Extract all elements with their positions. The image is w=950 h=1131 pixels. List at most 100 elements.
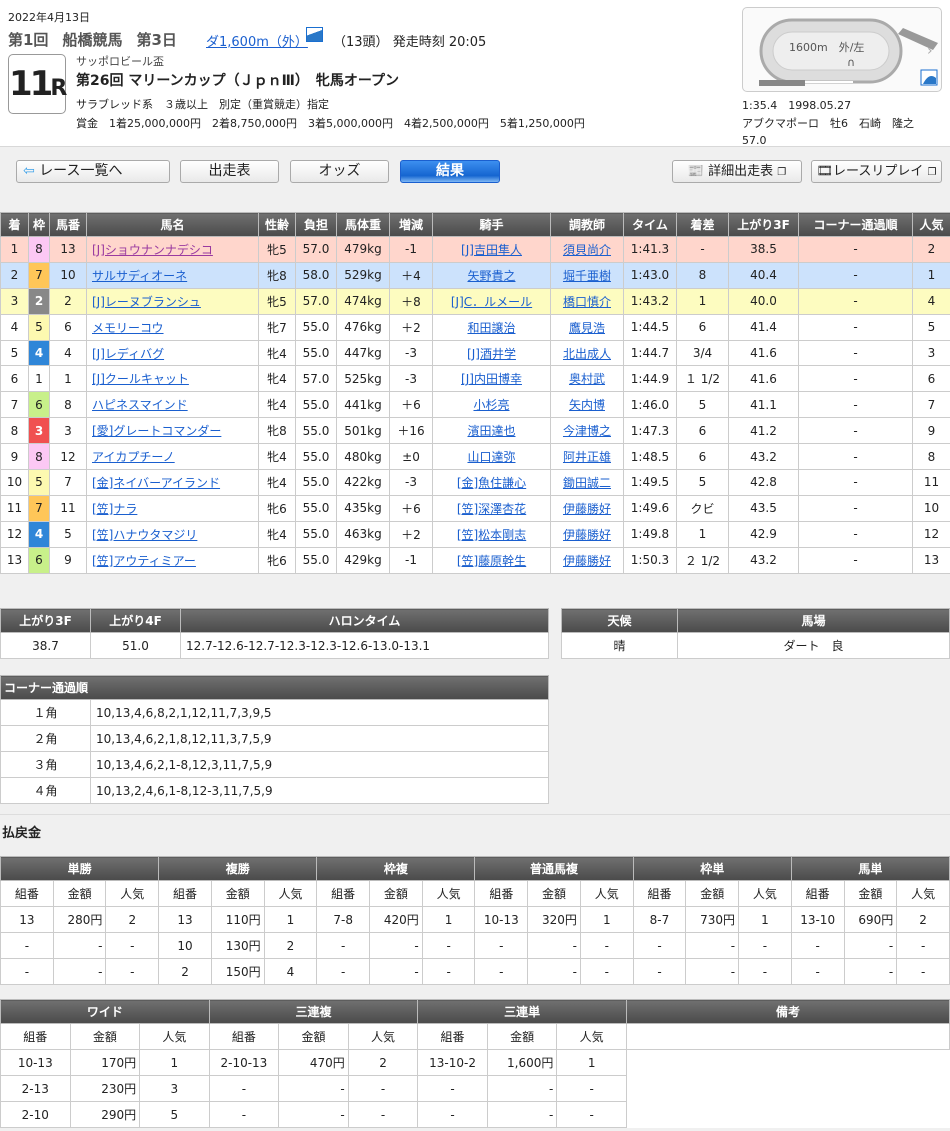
horse-name-link[interactable]: [J]レディバグ (92, 347, 164, 361)
finish: 6 (0, 365, 29, 393)
horse-name-link[interactable]: アイカプチーノ (92, 450, 175, 464)
trainer-link[interactable]: 阿井正雄 (563, 450, 611, 464)
jockey: 矢野貴之 (432, 261, 551, 289)
amount: - (278, 1101, 349, 1128)
combination: 2-10 (0, 1101, 71, 1128)
trainer-link[interactable]: 堀千亜樹 (563, 269, 611, 283)
combination: - (208, 1075, 280, 1102)
payout-row: 13 280円 2 13 110円 1 7-8 420円 1 10-13 320円 1 8-7 730円 1… (0, 906, 950, 933)
trainer-link[interactable]: 今津博之 (563, 424, 611, 438)
course-diagram[interactable]: 1600m 外/左 ∩ › (742, 7, 942, 92)
trainer-link[interactable]: 矢内博 (569, 398, 605, 412)
amount: 730円 (685, 906, 740, 933)
tab-odds[interactable]: オッズ (290, 160, 389, 183)
detail-entries-button[interactable]: 📰 詳細出走表 ❐ (672, 160, 802, 183)
weight-carried: 57.0 (295, 365, 337, 393)
popularity: 8 (912, 443, 950, 471)
jockey-link[interactable]: [J]内田博幸 (461, 372, 522, 386)
horse-name-link[interactable]: [金]ネイバーアイランド (92, 476, 220, 490)
last-3f: 42.9 (728, 520, 799, 548)
combination: - (417, 1101, 488, 1128)
jockey-link[interactable]: [笠]藤原幹生 (457, 554, 526, 568)
popularity: 10 (912, 494, 950, 522)
jockey-link[interactable]: [笠]深澤杏花 (457, 502, 526, 516)
distance-link[interactable]: ダ1,600m（外） (206, 31, 308, 50)
trainer-link[interactable]: 伊藤勝好 (563, 502, 611, 516)
combination: 10-13 (474, 906, 529, 933)
corner-label: ４角 (0, 777, 91, 804)
table-row: 10 5 7 [金]ネイバーアイランド 牝4 55.0 422kg -3 [金]魚住謙心 鋤田誠二… (0, 469, 950, 496)
horse-name-link[interactable]: [J]ショウナンナデシコ (92, 243, 213, 257)
trainer-link[interactable]: 橋口慎介 (563, 295, 611, 309)
horse-name-link[interactable]: [笠]ナラ (92, 502, 137, 516)
horse-name-link[interactable]: [J]レーヌブランシュ (92, 295, 201, 309)
horse-number: 5 (49, 520, 87, 548)
amount: - (486, 1101, 558, 1128)
horse-number: 9 (49, 546, 87, 574)
combination: - (474, 932, 529, 959)
weight-carried: 58.0 (295, 261, 337, 289)
margin: １ 1/2 (676, 365, 729, 393)
trainer-link[interactable]: 鋤田誠二 (563, 476, 611, 490)
horse-name: [J]レディバグ (86, 339, 259, 367)
tab-results[interactable]: 結果 (400, 160, 500, 183)
jockey: [金]魚住謙心 (432, 469, 551, 496)
back-to-race-list-button[interactable]: ⇦ レース一覧へ (16, 160, 170, 183)
jockey-link[interactable]: 和田譲治 (467, 321, 515, 335)
weight-change: ＋2 (389, 520, 433, 548)
horse-name-link[interactable]: [愛]グレートコマンダー (92, 424, 221, 438)
header-corner-order: コーナー通過順 (798, 212, 913, 237)
horse-number: 2 (49, 287, 87, 315)
trainer-link[interactable]: 伊藤勝好 (563, 528, 611, 542)
frame: 8 (28, 236, 50, 263)
corner-order-title: コーナー通過順 (0, 675, 549, 700)
horse-name-link[interactable]: サルサディオーネ (92, 269, 187, 283)
table-row: 3 2 2 [J]レーヌブランシュ 牝5 57.0 474kg ＋8 [J]C．ルメール 橋口慎介… (0, 287, 950, 315)
combination: - (417, 1075, 488, 1102)
weight-change: -3 (389, 469, 433, 496)
race-replay-button[interactable]: 🎞レースリプレイ ❐ (811, 160, 942, 183)
sub-header: 組番 (0, 880, 54, 907)
trainer-link[interactable]: 伊藤勝好 (563, 554, 611, 568)
margin: 6 (676, 313, 729, 341)
weight-carried: 57.0 (295, 236, 337, 263)
margin: 3/4 (676, 339, 729, 367)
jockey-link[interactable]: 小杉亮 (473, 398, 509, 412)
weather-course-icon[interactable] (306, 27, 323, 42)
trainer-link[interactable]: 鷹見浩 (569, 321, 605, 335)
weight-carried: 55.0 (295, 391, 337, 419)
trainer-link[interactable]: 須貝尚介 (563, 243, 611, 257)
horse-name-link[interactable]: ハピネスマインド (92, 398, 188, 412)
heads-and-post-time: （13頭） 発走時刻 20:05 (333, 31, 486, 50)
horse-name-link[interactable]: メモリーコウ (92, 321, 164, 335)
horse-name-link[interactable]: [J]クールキャット (92, 372, 189, 386)
body-weight: 435kg (336, 494, 390, 522)
corner-order: - (798, 391, 913, 419)
header-going: 馬場 (677, 608, 950, 633)
sub-header: 金額 (278, 1023, 349, 1050)
trainer-link[interactable]: 北出成人 (563, 347, 611, 361)
popularity: 2 (347, 1049, 419, 1076)
jockey: 山口達弥 (432, 443, 551, 471)
sex-age: 牝4 (258, 520, 296, 548)
jockey-link[interactable]: 矢野貴之 (467, 269, 515, 283)
jockey-link[interactable]: [金]魚住謙心 (457, 476, 526, 490)
jockey-link[interactable]: [J]酒井学 (467, 347, 516, 361)
horse-number: 6 (49, 313, 87, 341)
horse-name-link[interactable]: [笠]ハナウタマジリ (92, 528, 197, 542)
popularity: - (896, 932, 950, 959)
jockey-link[interactable]: 山口達弥 (467, 450, 515, 464)
last-3f: 41.4 (728, 313, 799, 341)
jockey-link[interactable]: 濱田達也 (467, 424, 515, 438)
trainer-link[interactable]: 奥村武 (569, 372, 605, 386)
sub-header: 組番 (632, 880, 687, 907)
jockey-link[interactable]: [笠]松本剛志 (457, 528, 526, 542)
jockey-link[interactable]: [J]C．ルメール (451, 295, 532, 309)
horse-name-link[interactable]: [笠]アウティミアー (92, 554, 196, 568)
weight-change: ＋4 (389, 261, 433, 289)
jockey-link[interactable]: [J]吉田隼人 (461, 243, 522, 257)
popularity: - (347, 1075, 419, 1102)
last-3f: 38.7 (0, 632, 91, 659)
tab-entries[interactable]: 出走表 (180, 160, 279, 183)
margin: ２ 1/2 (676, 546, 729, 574)
